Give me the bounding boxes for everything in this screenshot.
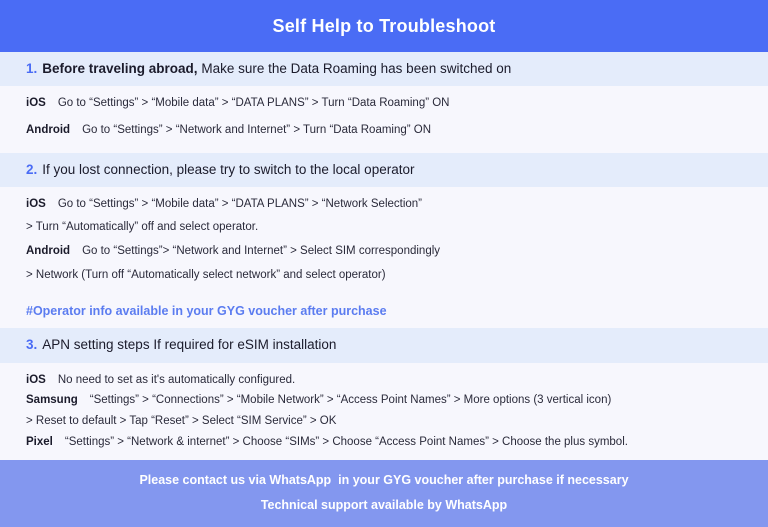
instruction-text: Go to “Settings” > “Mobile data” > “DATA… [57, 97, 450, 110]
os-label: iOS [26, 97, 46, 110]
instruction-text: Go to “Settings” > “Mobile data” > “DATA… [57, 197, 423, 210]
section-heading-2: If you lost connection, please try to sw… [42, 161, 415, 177]
section-number-2: 2. [26, 161, 38, 177]
instruction-text: No need to set as it's automatically con… [57, 373, 296, 386]
section-heading-1: Before traveling abroad, Make sure the D… [42, 60, 511, 78]
os-label: Android [26, 123, 71, 136]
section-body-3: iOS No need to set as it's automatically… [0, 363, 768, 461]
instruction-text: Go to “Settings”> “Network and Internet”… [82, 245, 441, 258]
os-label: iOS [26, 373, 46, 386]
instruction-text: Go to “Settings” > “Network and Internet… [82, 123, 432, 136]
instruction-row: Android Go to “Settings”> “Network and I… [26, 243, 742, 260]
instruction-row: iOS No need to set as it's automatically… [26, 372, 742, 389]
instruction-row: Samsung “Settings” > “Connections” > “Mo… [26, 392, 742, 409]
instruction-row-continued: > Turn “Automatically” off and select op… [26, 219, 742, 236]
page-header: Self Help to Troubleshoot [0, 0, 768, 52]
os-label: iOS [26, 197, 46, 210]
os-label: Pixel [26, 435, 53, 448]
section-heading-1-lead: Before traveling abroad, [42, 61, 198, 76]
troubleshoot-infographic: Self Help to Troubleshoot 1. Before trav… [0, 0, 768, 527]
instruction-row: iOS Go to “Settings” > “Mobile data” > “… [26, 196, 742, 213]
instruction-text: “Settings” > “Connections” > “Mobile Net… [89, 394, 612, 407]
instruction-row-continued: > Network (Turn off “Automatically selec… [26, 267, 742, 284]
section-header-3: 3. APN setting steps If required for eSI… [0, 328, 768, 363]
section-body-2: iOS Go to “Settings” > “Mobile data” > “… [0, 187, 768, 297]
instruction-text: “Settings” > “Network & internet” > Choo… [64, 435, 628, 448]
section-header-2: 2. If you lost connection, please try to… [0, 152, 768, 187]
footer-support-line: Technical support available by WhatsApp [260, 498, 508, 513]
instruction-text: > Reset to default > Tap “Reset” > Selec… [26, 415, 337, 428]
os-label: Samsung [26, 394, 78, 407]
instruction-row: Pixel “Settings” > “Network & internet” … [26, 434, 742, 451]
section-number-1: 1. [26, 61, 38, 76]
instruction-row: Android Go to “Settings” > “Network and … [26, 122, 742, 139]
page-content: 1. Before traveling abroad, Make sure th… [0, 52, 768, 461]
section-heading-3: APN setting steps If required for eSIM i… [42, 337, 337, 353]
instruction-row: iOS Go to “Settings” > “Mobile data” > “… [26, 95, 742, 112]
instruction-row-continued: > Reset to default > Tap “Reset” > Selec… [26, 413, 742, 430]
section-heading-1-rest: Make sure the Data Roaming has been swit… [201, 61, 512, 76]
instruction-text: > Network (Turn off “Automatically selec… [26, 268, 386, 281]
operator-info-note: #Operator info available in your GYG vou… [26, 304, 387, 319]
section-body-1: iOS Go to “Settings” > “Mobile data” > “… [0, 86, 768, 146]
page-footer: Please contact us via WhatsApp in your G… [0, 460, 768, 527]
instruction-text: > Turn “Automatically” off and select op… [26, 221, 259, 234]
page-title: Self Help to Troubleshoot [272, 15, 496, 36]
os-label: Android [26, 245, 71, 258]
section-number-3: 3. [26, 337, 38, 353]
section-header-1: 1. Before traveling abroad, Make sure th… [0, 52, 768, 87]
footer-contact-line: Please contact us via WhatsApp in your G… [139, 473, 629, 488]
